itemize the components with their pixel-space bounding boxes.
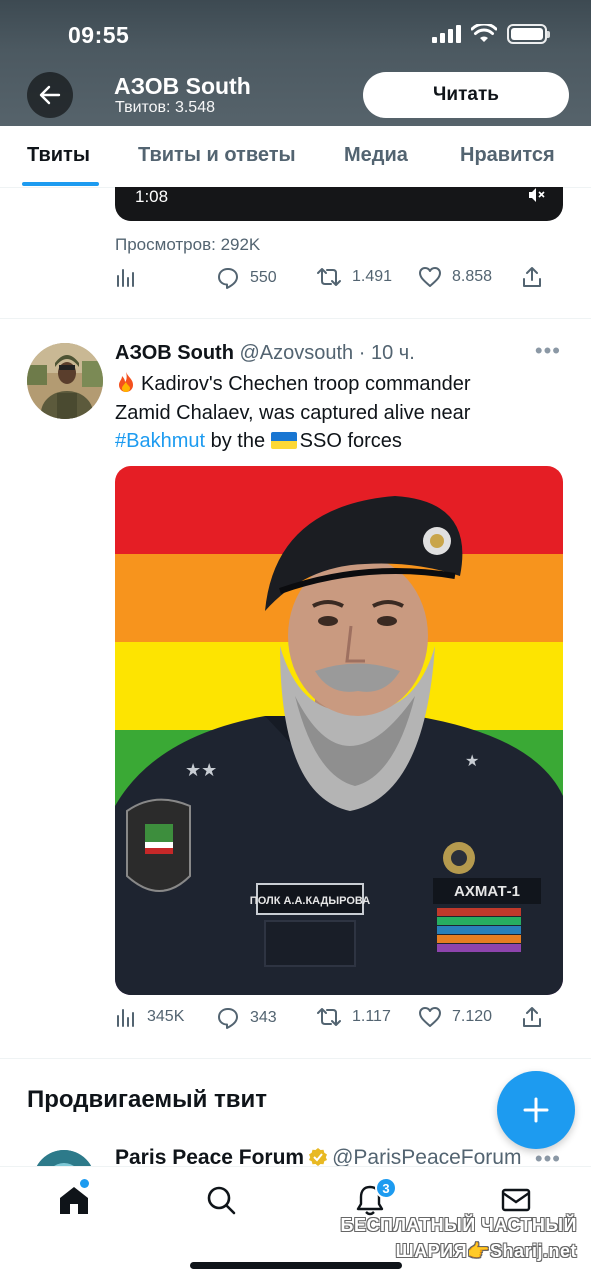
stats-icon xyxy=(117,1009,134,1027)
photo-name-tag: ПОЛК А.А.КАДЫРОВА xyxy=(250,895,370,907)
tweet-divider xyxy=(0,318,591,319)
compose-icon xyxy=(523,1097,549,1123)
home-unread-dot xyxy=(80,1179,89,1188)
hashtag-link[interactable]: #Bakhmut xyxy=(115,430,205,452)
like-button[interactable]: 8.858 xyxy=(418,266,492,288)
status-time: 09:55 xyxy=(68,22,130,48)
home-indicator xyxy=(190,1262,402,1269)
video-player[interactable]: 1:08 xyxy=(115,187,563,221)
stats-icon xyxy=(117,269,134,287)
back-arrow-icon xyxy=(39,85,61,105)
tab-media[interactable]: Медиа xyxy=(344,144,408,167)
compose-button[interactable] xyxy=(497,1071,575,1149)
reply-button[interactable]: 550 xyxy=(216,266,277,290)
tweet-handle[interactable]: @Azovsouth xyxy=(239,342,353,364)
photo-unit-label: АХМАТ-1 xyxy=(454,883,520,900)
reply-icon xyxy=(218,1008,238,1029)
signal-icon xyxy=(432,25,461,43)
tweet-actions: 550 1.491 8.858 xyxy=(115,266,563,296)
wifi-icon xyxy=(471,24,497,42)
reply-count: 343 xyxy=(250,1009,277,1026)
tweet-text: Kadirov's Chechen troop commander Zamid … xyxy=(115,372,471,452)
tweet-header: АЗОВ South @Azovsouth · 10 ч. xyxy=(115,342,415,364)
share-icon xyxy=(523,1007,541,1027)
share-button[interactable] xyxy=(521,1006,543,1028)
reply-button[interactable]: 343 xyxy=(216,1006,277,1030)
video-duration: 1:08 xyxy=(135,187,169,206)
tweet-time[interactable]: 10 ч. xyxy=(371,342,415,364)
promoted-section-title: Продвигаемый твит xyxy=(27,1086,268,1113)
status-icons xyxy=(432,24,550,44)
verified-icon xyxy=(309,1148,328,1166)
like-count: 7.120 xyxy=(452,1008,493,1025)
retweet-count: 1.491 xyxy=(352,268,393,285)
like-count: 8.858 xyxy=(452,268,493,285)
retweet-icon xyxy=(317,1008,341,1026)
more-icon[interactable]: ••• xyxy=(535,338,561,364)
stats-button[interactable] xyxy=(115,266,137,288)
retweet-icon xyxy=(317,268,341,286)
mute-icon[interactable] xyxy=(527,187,545,203)
share-icon xyxy=(523,267,541,287)
tweet-photo[interactable]: ★★ ★ ПОЛК А.А.КАДЫРОВА АХМАТ-1 xyxy=(115,466,563,995)
notifications-badge: 3 xyxy=(375,1177,397,1199)
svg-text:★★: ★★ xyxy=(185,760,217,781)
svg-text:★: ★ xyxy=(465,751,479,770)
battery-icon xyxy=(507,24,550,44)
follow-button[interactable]: Читать xyxy=(363,72,569,118)
tweet-count: Твитов: 3.548 xyxy=(115,99,215,116)
fire-icon xyxy=(119,372,133,392)
reply-count: 550 xyxy=(250,269,277,286)
back-button[interactable] xyxy=(27,72,73,118)
profile-header: 09:55 АЗОВ South Твитов: 3.548 Читать xyxy=(0,0,591,126)
ukraine-flag-icon xyxy=(270,432,297,449)
avatar[interactable] xyxy=(27,343,103,419)
share-button[interactable] xyxy=(521,266,543,288)
like-icon xyxy=(419,1007,441,1027)
profile-tabs: Твиты Твиты и ответы Медиа Нравится xyxy=(0,126,591,188)
home-icon[interactable] xyxy=(57,1183,91,1217)
profile-name: АЗОВ South xyxy=(114,73,251,99)
tweet-author[interactable]: АЗОВ South xyxy=(115,342,234,364)
active-tab-indicator xyxy=(22,182,99,186)
like-button[interactable]: 7.120 xyxy=(418,1006,492,1028)
search-icon[interactable] xyxy=(204,1183,238,1217)
tab-tweets-replies[interactable]: Твиты и ответы xyxy=(138,144,296,167)
retweet-button[interactable]: 1.117 xyxy=(316,1006,391,1028)
tweet-views: Просмотров: 292K xyxy=(115,235,261,254)
watermark: БЕСПЛАТНЫЙ ЧАСТНЫЙ ШАРИЯ👉Sharij.net xyxy=(340,1215,577,1261)
retweet-button[interactable]: 1.491 xyxy=(316,266,392,288)
stats-button[interactable]: 345K xyxy=(115,1006,184,1028)
tab-tweets[interactable]: Твиты xyxy=(27,144,90,167)
retweet-count: 1.117 xyxy=(352,1008,391,1025)
views-count: 345K xyxy=(147,1008,185,1025)
tweet-divider xyxy=(0,1058,591,1059)
tweet-actions: 345K 343 1.117 7.120 xyxy=(115,1006,563,1036)
tab-likes[interactable]: Нравится xyxy=(460,144,555,167)
like-icon xyxy=(419,267,441,287)
reply-icon xyxy=(218,268,238,289)
